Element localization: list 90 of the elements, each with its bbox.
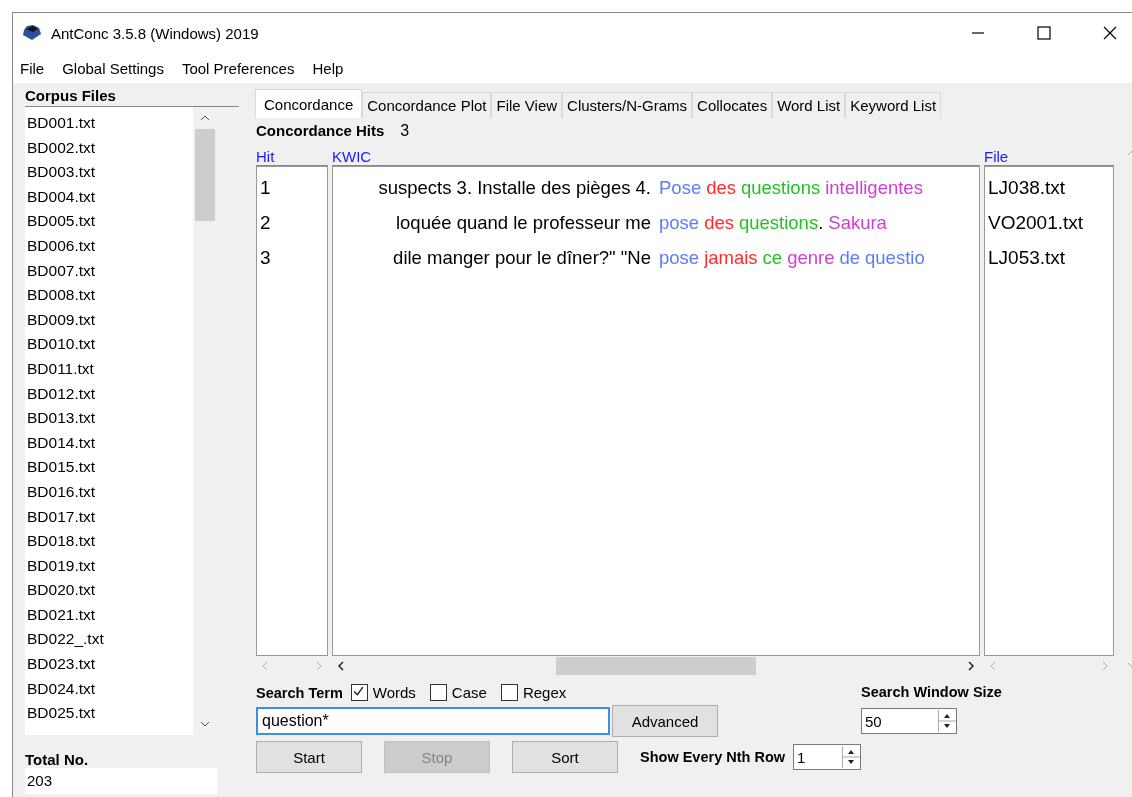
hit-number: 2	[259, 212, 272, 235]
file-item[interactable]: BD006.txt	[25, 233, 193, 259]
panel-title: Corpus Files	[25, 87, 117, 104]
punctuation: .	[818, 212, 824, 235]
left-context: loquée quand le professeur me	[394, 212, 651, 235]
keyword-token: jamais	[704, 247, 758, 270]
search-term-label: Search Term	[256, 684, 343, 701]
file-item[interactable]: BD002.txt	[25, 135, 193, 161]
checkbox-label: Words	[372, 684, 416, 701]
keyword-token: Sakura	[828, 212, 887, 235]
file-item[interactable]: BD022_.txt	[25, 627, 193, 653]
scroll-right-icon[interactable]	[968, 661, 974, 671]
hit-number: 1	[259, 177, 272, 200]
file-item[interactable]: BD018.txt	[25, 529, 193, 554]
checkbox[interactable]	[429, 684, 447, 701]
app-logo-icon	[21, 23, 43, 43]
tab[interactable]: File View	[491, 92, 563, 118]
tab[interactable]: Collocates	[692, 92, 773, 118]
close-icon[interactable]	[1102, 25, 1118, 41]
scroll-left-icon[interactable]	[338, 661, 344, 671]
file-item[interactable]: BD007.txt	[25, 258, 193, 284]
file-name: LJ038.txt	[987, 177, 1067, 200]
checkbox-label: Case	[451, 684, 487, 701]
menu-item[interactable]: Help	[312, 59, 344, 77]
file-item[interactable]: BD001.txt	[25, 111, 193, 136]
file-item[interactable]: BD025.txt	[25, 701, 193, 726]
file-item[interactable]: BD014.txt	[25, 430, 193, 456]
file-name: LJ053.txt	[987, 247, 1067, 270]
file-item[interactable]: BD004.txt	[25, 184, 193, 210]
keyword-token: pose	[659, 247, 700, 270]
file-item[interactable]: BD017.txt	[25, 504, 193, 530]
keyword-token: Pose	[659, 177, 702, 200]
hits-label: Concordance Hits	[256, 122, 385, 140]
keyword-token: questions	[738, 212, 819, 235]
hit-number: 3	[259, 247, 272, 270]
file-item[interactable]: BD003.txt	[25, 160, 193, 185]
nth-row-label: Show Every Nth Row	[640, 749, 786, 765]
spinner-arrows-icon[interactable]	[938, 710, 957, 732]
tab[interactable]: Concordance	[255, 89, 363, 118]
checkbox-label: Regex	[522, 684, 567, 701]
menu-item[interactable]: Global Settings	[62, 59, 164, 77]
spin-field[interactable]: 50	[861, 708, 958, 734]
keyword-token: ce	[762, 247, 783, 270]
keyword-token: questions	[741, 177, 821, 200]
tab[interactable]: Keyword List	[845, 92, 942, 118]
tab[interactable]: Clusters/N-Grams	[562, 92, 693, 118]
file-item[interactable]: BD016.txt	[25, 479, 193, 505]
keyword-token: des	[706, 177, 736, 200]
file-name: VO2001.txt	[987, 212, 1085, 235]
file-item[interactable]: BD019.txt	[25, 553, 193, 579]
window-title: AntConc 3.5.8 (Windows) 2019	[51, 24, 259, 42]
scroll-thumb[interactable]	[195, 129, 215, 221]
file-item[interactable]: BD009.txt	[25, 307, 193, 333]
file-item[interactable]: BD013.txt	[25, 406, 193, 431]
tab[interactable]: Word List	[772, 92, 846, 118]
file-item[interactable]: BD015.txt	[25, 455, 193, 480]
file-item[interactable]: BD005.txt	[25, 209, 193, 234]
action-button[interactable]: Sort	[512, 741, 618, 773]
keyword-token: de	[839, 247, 861, 270]
keyword-token: pose	[659, 212, 700, 235]
file-item[interactable]: BD008.txt	[25, 283, 193, 308]
window-size-label: Search Window Size	[861, 684, 1002, 700]
menu-item[interactable]: File	[20, 59, 45, 77]
file-item[interactable]: BD021.txt	[25, 602, 193, 628]
advanced-button[interactable]: Advanced	[612, 705, 718, 737]
scroll-thumb[interactable]	[556, 657, 756, 675]
file-item[interactable]: BD020.txt	[25, 578, 193, 603]
checkbox[interactable]	[500, 684, 518, 701]
maximize-icon[interactable]	[1036, 25, 1052, 41]
file-item[interactable]: BD012.txt	[25, 381, 193, 407]
keyword-token: questio	[865, 247, 925, 270]
tab[interactable]: Concordance Plot	[362, 92, 492, 118]
checkbox[interactable]	[350, 684, 368, 701]
keyword-token: des	[704, 212, 734, 235]
file-item[interactable]: BD011.txt	[25, 356, 193, 382]
keyword-token: genre	[787, 247, 835, 270]
keyword-token: intelligentes	[825, 177, 923, 200]
menu-item[interactable]: Tool Preferences	[181, 59, 295, 77]
left-context: dile manger pour le dîner?" "Ne	[392, 247, 651, 270]
total-value: 203	[25, 768, 217, 794]
action-button[interactable]: Start	[256, 741, 362, 773]
hits-count: 3	[400, 122, 410, 140]
file-item[interactable]: BD023.txt	[25, 652, 193, 677]
left-context: suspects 3. Installe des pièges 4.	[377, 177, 651, 200]
total-label: Total No.	[25, 751, 90, 768]
spinner-arrows-icon[interactable]	[842, 746, 861, 768]
spin-field[interactable]: 1	[793, 744, 862, 770]
file-item[interactable]: BD010.txt	[25, 332, 193, 357]
file-item[interactable]: BD024.txt	[25, 676, 193, 702]
search-field[interactable]: question*	[256, 707, 610, 735]
